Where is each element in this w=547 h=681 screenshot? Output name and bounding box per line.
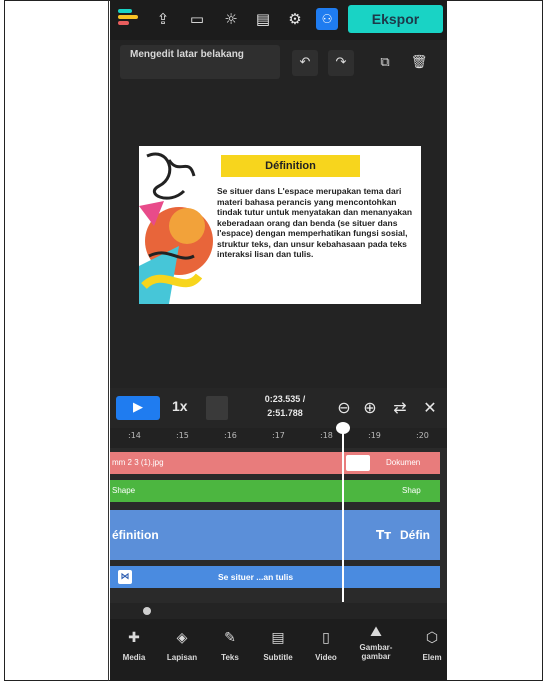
timeline-controls: ▶ 1x 0:23.535 / 2:51.788 ⊖ ⊕ ⇄ ✕ — [110, 388, 447, 428]
layers-button[interactable]: ◈ Lapisan — [160, 629, 204, 662]
export-button[interactable]: Ekspor — [348, 5, 443, 33]
layers-icon: ◈ — [176, 630, 188, 646]
ruler-tick: :17 — [272, 431, 285, 440]
text-clip-label-right: Défin — [400, 528, 430, 542]
ruler-tick: :15 — [176, 431, 189, 440]
image-clip-label-right: Dokumen — [386, 458, 421, 467]
ruler-tick: :19 — [368, 431, 381, 440]
split-button[interactable] — [206, 396, 228, 420]
image-thumbnail — [346, 455, 370, 471]
text-icon: Tт — [376, 528, 392, 542]
timeline-scrollbar[interactable] — [110, 603, 447, 619]
images-button[interactable]: ⛰ Gambar-gambar — [354, 623, 398, 661]
close-icon[interactable]: ✕ — [420, 396, 440, 420]
timeline-ruler: :14 :15 :16 :17 :18 :19 :20 — [110, 428, 447, 448]
bottom-toolbar: ✚ Media ◈ Lapisan ✎ Teks ▤ Subtitle ▯ Vi… — [110, 619, 447, 681]
shape-clip-label: Shape — [112, 486, 136, 495]
table-divider — [108, 0, 109, 681]
subtitles-icon[interactable]: ▭ — [186, 8, 208, 30]
delete-icon[interactable]: 🗑 — [406, 50, 432, 76]
subtitle-icon: ▤ — [271, 630, 285, 646]
slide-body-text: Se situer dans L'espace merupakan tema d… — [217, 186, 413, 259]
playhead-handle[interactable] — [336, 422, 350, 434]
text-button[interactable]: ✎ Teks — [208, 629, 252, 662]
canvas-area: Définition Se situer dans L'espace merup… — [110, 84, 447, 388]
play-icon[interactable]: ▶ — [116, 396, 160, 420]
timeline-tracks: mm 2 3 (1).jpg Dokumen Shape Shap éfinit… — [110, 448, 447, 603]
brightness-icon[interactable]: ☼ — [220, 8, 242, 30]
ruler-tick: :20 — [416, 431, 429, 440]
slide-illustration — [139, 152, 213, 304]
text-clip-label: éfinition — [112, 528, 159, 542]
image-clip-label: mm 2 3 (1).jpg — [112, 458, 164, 467]
image-icon: ⛰ — [370, 624, 382, 640]
text-sequence-label: Se situer ...an tulis — [218, 572, 294, 582]
settings-icon[interactable]: ⚙ — [284, 8, 306, 30]
scroll-thumb[interactable] — [143, 607, 151, 615]
undo-icon[interactable]: ↶ — [292, 50, 318, 76]
slide-title: Définition — [221, 155, 360, 177]
subtitle-button[interactable]: ▤ Subtitle — [256, 629, 300, 662]
upload-icon[interactable]: ⇪ — [152, 8, 174, 30]
playhead[interactable] — [342, 424, 344, 602]
slide-preview[interactable]: Définition Se situer dans L'espace merup… — [139, 146, 421, 304]
duplicate-icon[interactable]: ⧉ — [372, 50, 398, 76]
text-track[interactable]: éfinition Tт Défin — [110, 510, 440, 560]
collapse-icon[interactable]: ⇄ — [390, 396, 410, 420]
app-logo-icon[interactable] — [118, 9, 140, 31]
elements-button[interactable]: ⬡ Elem — [410, 629, 447, 662]
transition-icon[interactable]: ⋈ — [118, 570, 132, 584]
shape-track[interactable]: Shape Shap — [110, 480, 440, 502]
ruler-tick: :16 — [224, 431, 237, 440]
people-icon[interactable]: ⚇ — [316, 8, 338, 30]
speed-button[interactable]: 1x — [172, 398, 188, 414]
media-icon: ✚ — [128, 630, 140, 646]
redo-icon[interactable]: ↷ — [328, 50, 354, 76]
text-edit-icon: ✎ — [224, 630, 236, 646]
shape-clip-label-right: Shap — [402, 486, 421, 495]
zoom-out-icon[interactable]: ⊖ — [334, 396, 354, 420]
top-toolbar: ⇪ ▭ ☼ ▤ ⚙ ⚇ Ekspor — [110, 0, 447, 40]
media-button[interactable]: ✚ Media — [112, 629, 156, 662]
edit-toolbar: Mengedit latar belakang ↶ ↷ ⧉ 🗑 — [110, 40, 447, 84]
phone-screen: ⇪ ▭ ☼ ▤ ⚙ ⚇ Ekspor Mengedit latar belaka… — [110, 0, 447, 681]
edit-status-label: Mengedit latar belakang — [120, 45, 280, 79]
video-button[interactable]: ▯ Video — [304, 629, 348, 662]
video-icon: ▯ — [322, 630, 330, 646]
caption-icon[interactable]: ▤ — [252, 8, 274, 30]
ruler-tick: :18 — [320, 431, 333, 440]
ruler-tick: :14 — [128, 431, 141, 440]
image-track[interactable]: mm 2 3 (1).jpg Dokumen — [110, 452, 440, 474]
elements-icon: ⬡ — [425, 630, 439, 646]
time-readout: 0:23.535 / 2:51.788 — [264, 394, 306, 418]
text-sequence-track[interactable]: ⋈ Se situer ...an tulis — [110, 566, 440, 588]
zoom-in-icon[interactable]: ⊕ — [360, 396, 380, 420]
